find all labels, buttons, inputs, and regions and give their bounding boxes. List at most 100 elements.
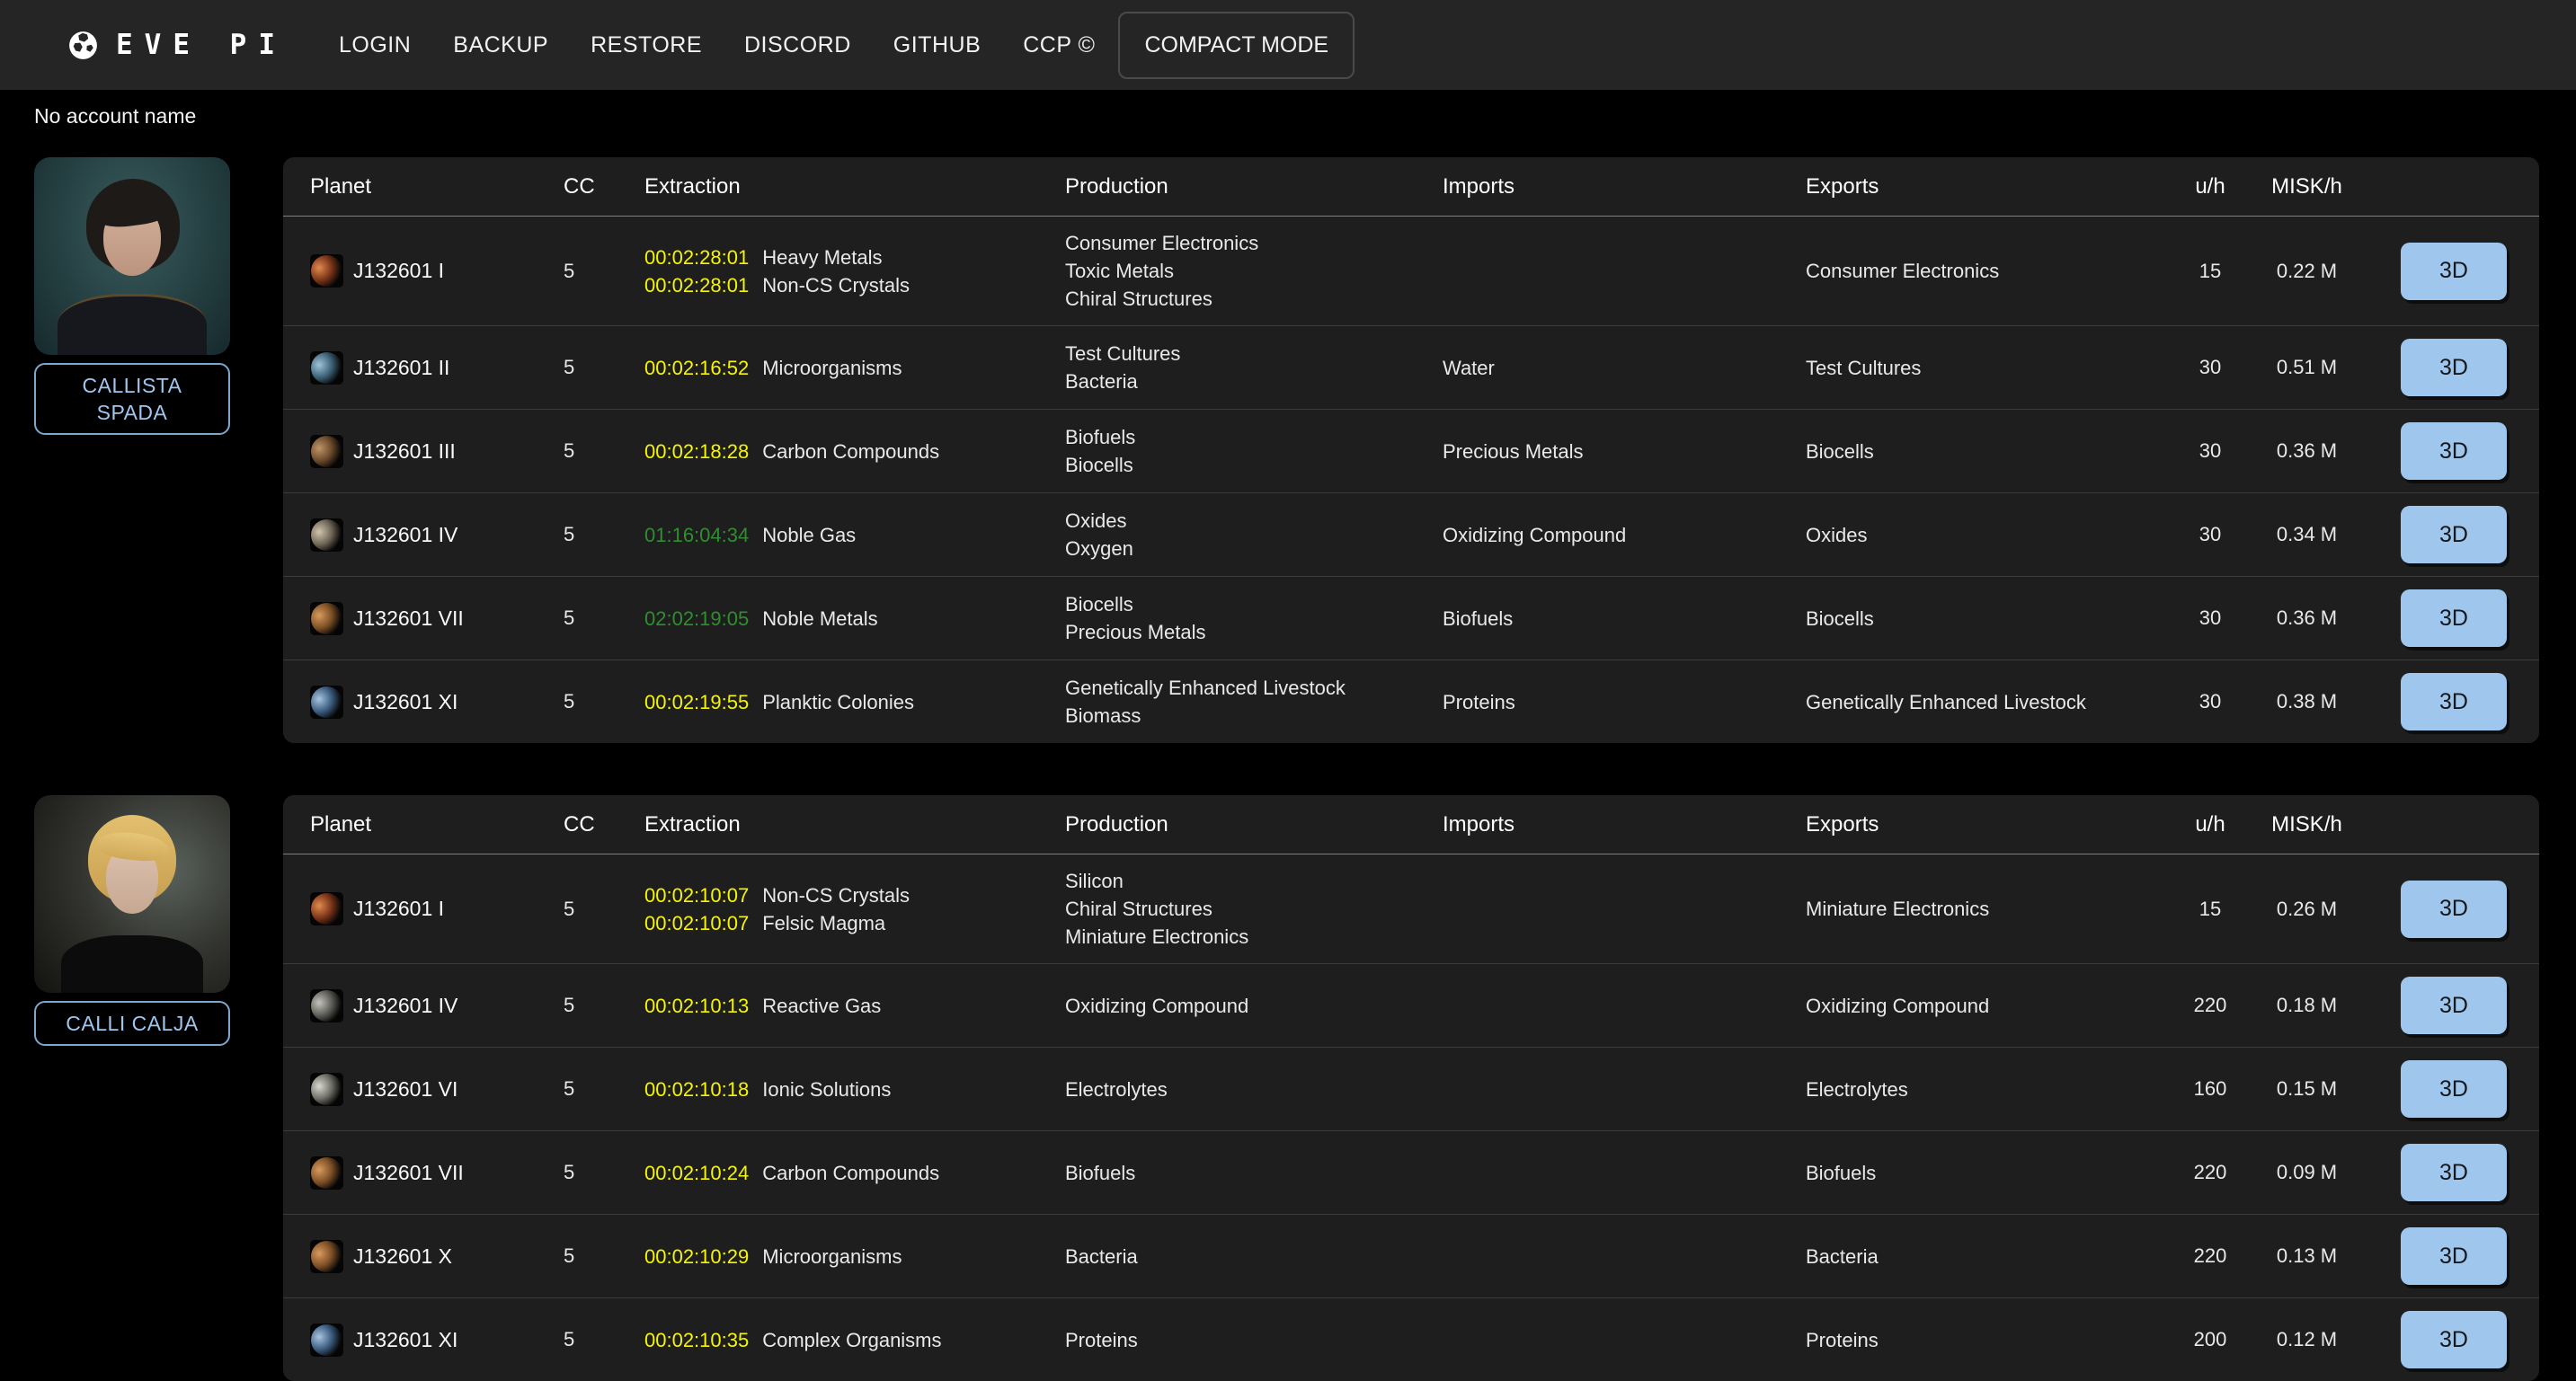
character-name-button[interactable]: CALLI CALJA: [34, 1001, 230, 1046]
planet-name: J132601 I: [353, 897, 444, 921]
misk-per-hour: 0.34 M: [2251, 523, 2363, 546]
exports-cell: Oxidizing Compound: [1806, 992, 2170, 1020]
planet-name: J132601 IV: [353, 994, 457, 1018]
exports-cell: Miniature Electronics: [1806, 895, 2170, 923]
exports-cell: Proteins: [1806, 1326, 2170, 1354]
nav-item-login[interactable]: LOGIN: [339, 32, 411, 58]
planet-cell[interactable]: J132601 XI: [310, 686, 564, 719]
nav-item-restore[interactable]: RESTORE: [591, 32, 702, 58]
view-3d-button[interactable]: 3D: [2401, 1227, 2507, 1285]
view-3d-button[interactable]: 3D: [2401, 506, 2507, 563]
planet-cell[interactable]: J132601 VII: [310, 602, 564, 635]
planet-cell[interactable]: J132601 XI: [310, 1323, 564, 1357]
misk-per-hour: 0.36 M: [2251, 439, 2363, 463]
production-item: Genetically Enhanced Livestock: [1065, 674, 1443, 702]
production-cell: BiofuelsBiocells: [1065, 423, 1443, 479]
planet-cell[interactable]: J132601 VI: [310, 1073, 564, 1106]
misk-per-hour: 0.09 M: [2251, 1161, 2363, 1184]
exports-cell: Test Cultures: [1806, 354, 2170, 382]
planet-row: J132601 XI 5 00:02:10:35Complex Organism…: [283, 1297, 2539, 1381]
planet-cell[interactable]: J132601 IV: [310, 989, 564, 1022]
extraction-timer: 00:02:18:28: [644, 438, 749, 465]
nav-item-discord[interactable]: DISCORD: [744, 32, 851, 58]
production-cell: Oxidizing Compound: [1065, 992, 1443, 1020]
character-card: CALLISTA SPADA: [34, 157, 230, 435]
units-per-hour: 15: [2170, 898, 2251, 921]
production-cell: OxidesOxygen: [1065, 507, 1443, 562]
planet-icon: [310, 892, 343, 925]
view-3d-button[interactable]: 3D: [2401, 1311, 2507, 1368]
misk-per-hour: 0.26 M: [2251, 898, 2363, 921]
app-logo[interactable]: EVE PI: [67, 29, 287, 62]
view-3d-button[interactable]: 3D: [2401, 977, 2507, 1034]
column-header-extraction: Extraction: [644, 174, 1065, 199]
planet-cell[interactable]: J132601 IV: [310, 518, 564, 552]
view-3d-button[interactable]: 3D: [2401, 881, 2507, 938]
table-body: J132601 I 5 00:02:10:07Non-CS Crystals00…: [283, 854, 2539, 1381]
exports-item: Oxides: [1806, 521, 2170, 549]
app-title: EVE PI: [116, 29, 287, 61]
extraction-resource: Noble Gas: [762, 521, 856, 549]
production-item: Biomass: [1065, 702, 1443, 730]
units-per-hour: 30: [2170, 439, 2251, 463]
view-3d-button[interactable]: 3D: [2401, 422, 2507, 480]
view-3d-button[interactable]: 3D: [2401, 339, 2507, 396]
planet-cell[interactable]: J132601 I: [310, 254, 564, 288]
view-3d-button[interactable]: 3D: [2401, 673, 2507, 730]
command-center-level: 5: [564, 356, 644, 379]
planet-cell[interactable]: J132601 X: [310, 1240, 564, 1273]
nav-item-github[interactable]: GITHUB: [893, 32, 981, 58]
production-item: Silicon: [1065, 867, 1443, 895]
compact-mode-button[interactable]: COMPACT MODE: [1118, 12, 1355, 79]
planet-name: J132601 VII: [353, 606, 464, 631]
exports-cell: Biocells: [1806, 605, 2170, 633]
exports-item: Biofuels: [1806, 1159, 2170, 1187]
planet-name: J132601 VII: [353, 1161, 464, 1185]
planet-row: J132601 VII 5 00:02:10:24Carbon Compound…: [283, 1130, 2539, 1214]
imports-cell: Oxidizing Compound: [1443, 521, 1806, 549]
planet-name: J132601 X: [353, 1244, 452, 1269]
imports-cell: Precious Metals: [1443, 438, 1806, 465]
globe-icon: [67, 29, 100, 62]
planet-cell[interactable]: J132601 III: [310, 435, 564, 468]
extraction-resource: Noble Metals: [762, 605, 877, 633]
production-cell: Genetically Enhanced LivestockBiomass: [1065, 674, 1443, 730]
production-cell: Electrolytes: [1065, 1076, 1443, 1103]
imports-item: Proteins: [1443, 688, 1806, 716]
production-item: Oxides: [1065, 507, 1443, 535]
misk-per-hour: 0.13 M: [2251, 1244, 2363, 1268]
nav-item-backup[interactable]: BACKUP: [453, 32, 548, 58]
extraction-timer: 00:02:10:18: [644, 1076, 749, 1103]
production-item: Biofuels: [1065, 1159, 1443, 1187]
view-3d-cell: 3D: [2363, 1144, 2512, 1201]
command-center-level: 5: [564, 1077, 644, 1101]
nav-item-ccp[interactable]: CCP ©: [1023, 32, 1095, 58]
production-cell: BiocellsPrecious Metals: [1065, 590, 1443, 646]
planet-cell[interactable]: J132601 I: [310, 892, 564, 925]
exports-cell: Biofuels: [1806, 1159, 2170, 1187]
character-name-button[interactable]: CALLISTA SPADA: [34, 363, 230, 435]
planet-icon: [310, 1156, 343, 1190]
view-3d-cell: 3D: [2363, 1311, 2512, 1368]
planet-cell[interactable]: J132601 II: [310, 351, 564, 385]
command-center-level: 5: [564, 1244, 644, 1268]
view-3d-button[interactable]: 3D: [2401, 1060, 2507, 1118]
planet-name: J132601 I: [353, 259, 444, 283]
main-content: CALLISTA SPADA PlanetCCExtractionProduct…: [0, 157, 2576, 1381]
command-center-level: 5: [564, 606, 644, 630]
view-3d-cell: 3D: [2363, 673, 2512, 730]
view-3d-cell: 3D: [2363, 1227, 2512, 1285]
character-portrait[interactable]: [34, 795, 230, 993]
extraction-timer: 00:02:10:35: [644, 1326, 749, 1354]
view-3d-button[interactable]: 3D: [2401, 589, 2507, 647]
portrait-body: [58, 294, 207, 355]
extraction-timer: 00:02:10:29: [644, 1243, 749, 1270]
character-card: CALLI CALJA: [34, 795, 230, 1046]
character-portrait[interactable]: [34, 157, 230, 355]
planet-cell[interactable]: J132601 VII: [310, 1156, 564, 1190]
imports-cell: Water: [1443, 354, 1806, 382]
view-3d-button[interactable]: 3D: [2401, 1144, 2507, 1201]
production-item: Precious Metals: [1065, 618, 1443, 646]
view-3d-button[interactable]: 3D: [2401, 243, 2507, 300]
extraction-timer: 00:02:28:01: [644, 243, 749, 271]
